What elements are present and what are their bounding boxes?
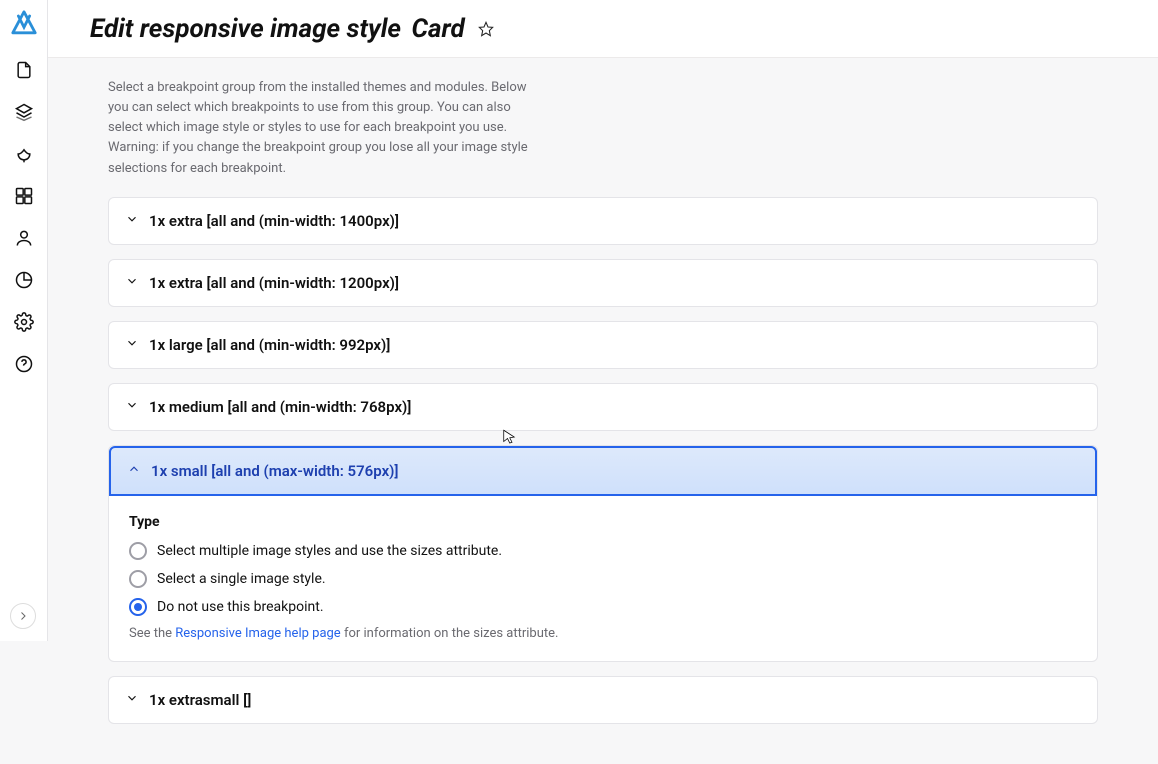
breakpoint-toggle[interactable]: 1x extra [all and (min-width: 1200px)]: [109, 260, 1097, 306]
admin-sidebar: [0, 0, 48, 641]
breakpoint-row: 1x extra [all and (min-width: 1200px)]: [108, 259, 1098, 307]
sidebar-expand-toggle[interactable]: [10, 603, 36, 629]
sidebar-item-help[interactable]: [4, 344, 44, 384]
breakpoint-toggle[interactable]: 1x large [all and (min-width: 992px)]: [109, 322, 1097, 368]
breakpoint-row: 1x extra [all and (min-width: 1400px)]: [108, 197, 1098, 245]
type-option-label: Do not use this breakpoint.: [157, 599, 324, 615]
user-icon: [14, 228, 34, 248]
breakpoint-group-help: Select a breakpoint group from the insta…: [108, 78, 548, 179]
favorite-toggle[interactable]: [475, 18, 497, 40]
file-icon: [14, 60, 34, 80]
breakpoint-toggle[interactable]: 1x medium [all and (min-width: 768px)]: [109, 384, 1097, 430]
type-help-text: See the Responsive Image help page for i…: [129, 626, 1077, 641]
breakpoint-toggle[interactable]: 1x extrasmall []: [109, 677, 1097, 723]
type-option-single[interactable]: Select a single image style.: [129, 570, 1077, 588]
chevron-right-icon: [17, 610, 29, 622]
chevron-down-icon: [125, 691, 139, 709]
sidebar-item-structure[interactable]: [4, 92, 44, 132]
blocks-icon: [14, 186, 34, 206]
help-page-link[interactable]: Responsive Image help page: [175, 626, 340, 641]
sidebar-item-appearance[interactable]: [4, 134, 44, 174]
chevron-down-icon: [125, 398, 139, 416]
sidebar-item-extend[interactable]: [4, 176, 44, 216]
breakpoint-toggle[interactable]: 1x extra [all and (min-width: 1400px)]: [109, 198, 1097, 244]
chevron-down-icon: [125, 212, 139, 230]
page-title-prefix: Edit responsive image style: [90, 14, 401, 44]
sidebar-item-reports[interactable]: [4, 260, 44, 300]
type-option-multiple[interactable]: Select multiple image styles and use the…: [129, 542, 1077, 560]
breakpoint-label: 1x small [all and (max-width: 576px)]: [151, 462, 399, 480]
breakpoint-body: Type Select multiple image styles and us…: [109, 496, 1097, 661]
sidebar-item-people[interactable]: [4, 218, 44, 258]
breakpoint-label: 1x medium [all and (min-width: 768px)]: [149, 398, 411, 416]
main-content: Select a breakpoint group from the insta…: [48, 0, 1158, 764]
breakpoints-accordion: 1x extra [all and (min-width: 1400px)] 1…: [108, 197, 1098, 724]
breakpoint-label: 1x extrasmall []: [149, 691, 251, 709]
type-option-label: Select multiple image styles and use the…: [157, 543, 502, 559]
breakpoint-label: 1x extra [all and (min-width: 1400px)]: [149, 212, 399, 230]
page-title-name: Card: [411, 14, 464, 44]
chevron-down-icon: [125, 336, 139, 354]
see-prefix: See the: [129, 626, 175, 641]
breakpoint-row: 1x medium [all and (min-width: 768px)]: [108, 383, 1098, 431]
chevron-up-icon: [127, 462, 141, 480]
breakpoint-row: 1x small [all and (max-width: 576px)] Ty…: [108, 445, 1098, 662]
sidebar-item-content[interactable]: [4, 50, 44, 90]
chevron-down-icon: [125, 274, 139, 292]
type-option-label: Select a single image style.: [157, 571, 326, 587]
breakpoint-label: 1x large [all and (min-width: 992px)]: [149, 336, 390, 354]
radio-icon: [129, 570, 147, 588]
layers-icon: [14, 102, 34, 122]
radio-icon: [129, 542, 147, 560]
sidebar-item-configuration[interactable]: [4, 302, 44, 342]
radio-icon: [129, 598, 147, 616]
brush-icon: [14, 144, 34, 164]
pie-chart-icon: [14, 270, 34, 290]
star-icon: [478, 21, 494, 37]
breakpoint-row: 1x large [all and (min-width: 992px)]: [108, 321, 1098, 369]
content-container: Select a breakpoint group from the insta…: [48, 78, 1158, 764]
help-icon: [14, 354, 34, 374]
see-suffix: for information on the sizes attribute.: [341, 626, 559, 641]
logo: [9, 8, 39, 38]
type-option-none[interactable]: Do not use this breakpoint.: [129, 598, 1077, 616]
breakpoint-toggle[interactable]: 1x small [all and (max-width: 576px)]: [109, 446, 1097, 496]
breakpoint-label: 1x extra [all and (min-width: 1200px)]: [149, 274, 399, 292]
type-label: Type: [129, 514, 1077, 530]
page-title: Edit responsive image style Card: [90, 14, 465, 44]
page-header: Edit responsive image style Card: [48, 0, 1158, 58]
breakpoint-row: 1x extrasmall []: [108, 676, 1098, 724]
gear-icon: [14, 312, 34, 332]
